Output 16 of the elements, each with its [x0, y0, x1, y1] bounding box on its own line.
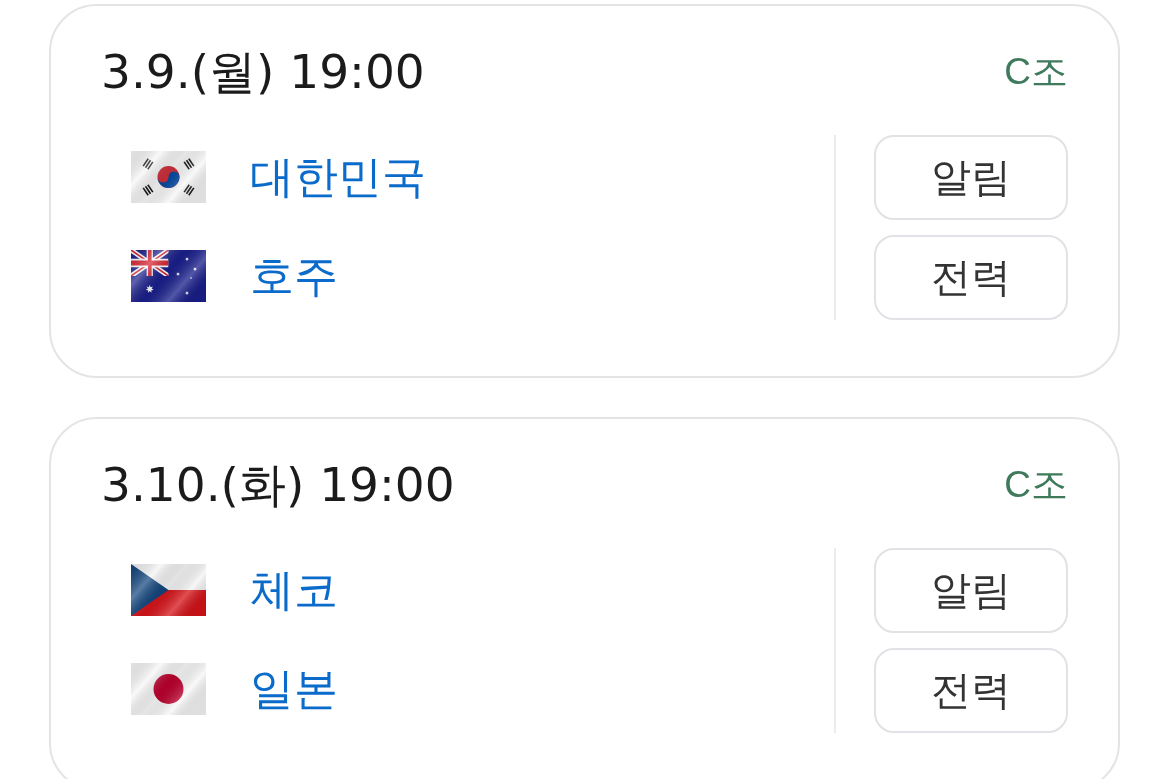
group-label: C조 [1004, 463, 1068, 507]
match-datetime: 3.9.(월) 19:00 [101, 44, 425, 100]
team-name-link[interactable]: 호주 [250, 250, 338, 302]
lineup-button[interactable]: 전력 [874, 648, 1068, 733]
notify-button[interactable]: 알림 [874, 548, 1068, 633]
team-name-link[interactable]: 일본 [250, 663, 338, 715]
south-korea-flag-icon [131, 151, 206, 203]
notify-button[interactable]: 알림 [874, 135, 1068, 220]
group-label: C조 [1004, 50, 1068, 94]
japan-flag-icon [131, 663, 206, 715]
australia-flag-icon [131, 250, 206, 302]
match-datetime: 3.10.(화) 19:00 [101, 457, 455, 513]
czech-flag-icon [131, 564, 206, 616]
team-name-link[interactable]: 대한민국 [250, 151, 426, 203]
lineup-button[interactable]: 전력 [874, 235, 1068, 320]
team-name-link[interactable]: 체코 [250, 564, 338, 616]
